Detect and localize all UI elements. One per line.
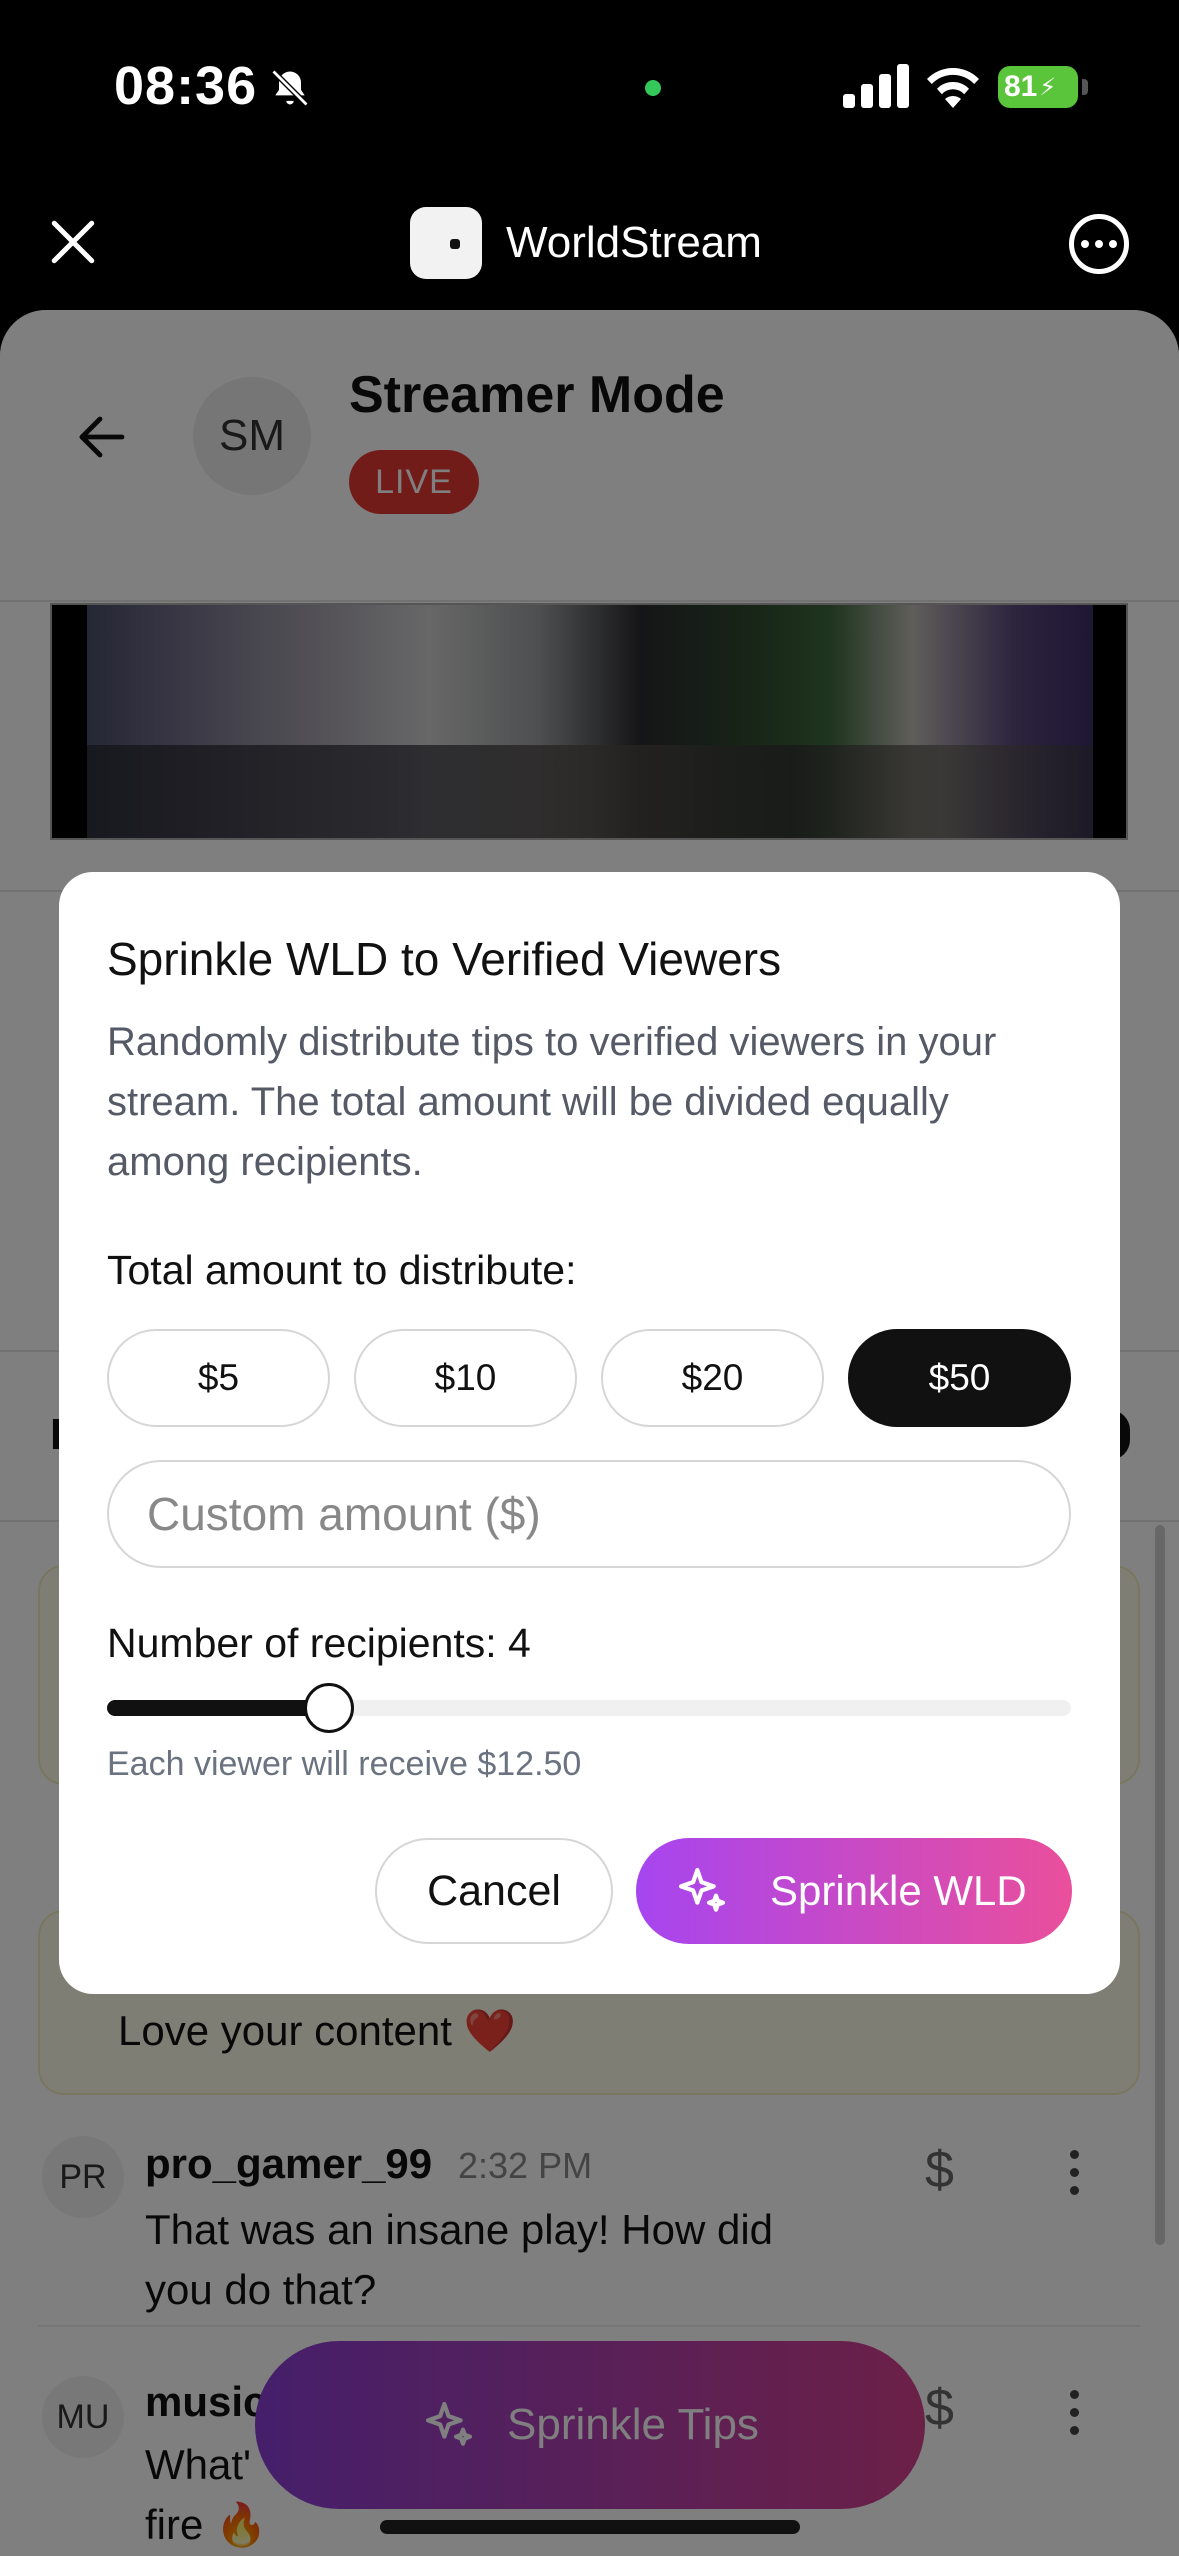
custom-amount-input[interactable]	[107, 1460, 1071, 1568]
app-header: WorldStream	[0, 175, 1179, 310]
amount-label: Total amount to distribute:	[107, 1247, 577, 1293]
amount-option-10[interactable]: $10	[354, 1329, 577, 1427]
app-logo-icon	[410, 207, 482, 279]
sprinkle-wld-label: Sprinkle WLD	[770, 1867, 1027, 1914]
dialog-title: Sprinkle WLD to Verified Viewers	[107, 933, 782, 985]
cancel-button[interactable]: Cancel	[375, 1838, 613, 1944]
wifi-icon	[927, 67, 979, 108]
amount-option-5[interactable]: $5	[107, 1329, 330, 1427]
per-viewer-amount: Each viewer will receive $12.50	[107, 1745, 582, 1783]
app-title: WorldStream	[506, 218, 762, 267]
slider-thumb[interactable]	[303, 1683, 354, 1733]
recipients-label: Number of recipients: 4	[107, 1620, 531, 1666]
amount-option-20[interactable]: $20	[601, 1329, 824, 1427]
privacy-indicator	[645, 80, 661, 96]
signal-icon	[843, 64, 909, 108]
battery-indicator: 81 ⚡	[998, 66, 1078, 108]
slider-fill	[107, 1700, 329, 1716]
sprinkle-dialog: Sprinkle WLD to Verified Viewers Randoml…	[59, 872, 1120, 1994]
close-icon[interactable]	[48, 217, 98, 267]
sparkles-icon	[678, 1867, 726, 1912]
more-options-icon[interactable]	[1069, 214, 1129, 274]
status-time: 08:36	[114, 56, 258, 116]
home-indicator	[380, 2520, 800, 2534]
status-bar: 08:36 81 ⚡	[0, 0, 1179, 175]
sprinkle-wld-button[interactable]: Sprinkle WLD	[636, 1838, 1072, 1944]
battery-cap	[1082, 79, 1088, 95]
amount-option-50[interactable]: $50	[848, 1329, 1071, 1427]
dialog-description: Randomly distribute tips to verified vie…	[107, 1020, 997, 1184]
bell-muted-icon	[271, 69, 309, 107]
recipients-slider[interactable]	[107, 1683, 1071, 1733]
